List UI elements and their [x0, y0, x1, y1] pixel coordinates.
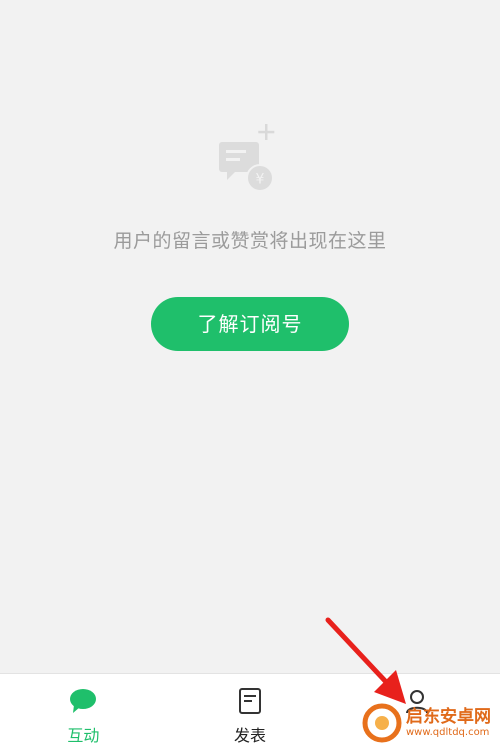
site-watermark: 启东安卓网 www.qdltdq.com [362, 700, 494, 746]
svg-text:¥: ¥ [256, 172, 265, 188]
tab-interact-label: 互动 [67, 726, 100, 745]
chat-bubble-icon [70, 689, 97, 713]
tab-publish-label: 发表 [234, 726, 267, 745]
document-icon [239, 688, 261, 714]
tab-interact[interactable]: 互动 [0, 674, 167, 752]
learn-subscription-button[interactable]: 了解订阅号 [151, 297, 349, 351]
message-reward-icon: ¥ [219, 124, 275, 192]
empty-state: ¥ 用户的留言或赞赏将出现在这里 了解订阅号 [0, 120, 500, 351]
empty-state-message: 用户的留言或赞赏将出现在这里 [113, 230, 387, 252]
watermark-url: www.qdltdq.com [406, 726, 490, 738]
watermark-title: 启东安卓网 [406, 707, 491, 728]
watermark-logo-icon [362, 703, 402, 743]
tab-publish[interactable]: 发表 [167, 674, 334, 752]
